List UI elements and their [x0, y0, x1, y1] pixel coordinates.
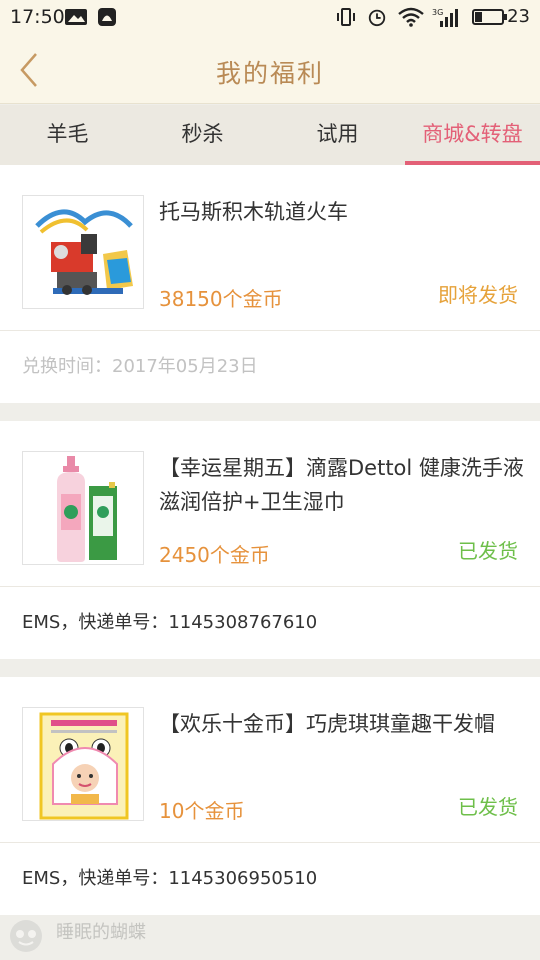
handwash-product-image — [23, 452, 143, 564]
status-bar: 17:50 3G 23 — [0, 0, 540, 36]
battery-icon — [472, 9, 507, 25]
product-image — [22, 451, 144, 565]
reward-main-row: 【欢乐十金币】巧虎琪琪童趣干发帽 10个金币 已发货 — [0, 677, 540, 843]
tab-mall-wheel[interactable]: 商城&转盘 — [405, 105, 540, 165]
train-toy-image — [23, 196, 143, 308]
product-name: 【欢乐十金币】巧虎琪琪童趣干发帽 — [159, 712, 495, 736]
status-time: 17:50 — [10, 6, 65, 28]
product-name: 托马斯积木轨道火车 — [159, 200, 348, 224]
app-header: 我的福利 — [0, 36, 540, 104]
battery-level: 23 — [507, 6, 530, 27]
coin-price: 38150个金币 — [159, 287, 283, 311]
vibrate-icon — [337, 8, 355, 26]
reward-card[interactable]: 【幸运星期五】滴露Dettol 健康洗手液 滋润倍护+卫生湿巾 2450个金币 … — [0, 421, 540, 659]
hair-cap-product-image — [23, 708, 143, 820]
product-name: 【幸运星期五】滴露Dettol 健康洗手液 滋润倍护+卫生湿巾 — [159, 456, 524, 514]
coin-price: 2450个金币 — [159, 543, 270, 567]
reward-main-row: 【幸运星期五】滴露Dettol 健康洗手液 滋润倍护+卫生湿巾 2450个金币 … — [0, 421, 540, 587]
watermark-text: 睡眠的蝴蝶 — [56, 922, 146, 943]
shipping-status: 已发货 — [458, 539, 518, 563]
page-title: 我的福利 — [215, 59, 324, 88]
exchange-time: 兑换时间：2017年05月23日 — [22, 356, 258, 377]
alarm-icon — [368, 9, 386, 27]
tab-wool[interactable]: 羊毛 — [0, 105, 135, 165]
wifi-icon — [398, 7, 424, 27]
tracking-number: EMS，快递单号：1145308767610 — [22, 612, 318, 633]
coin-price: 10个金币 — [159, 799, 245, 823]
shipping-status: 已发货 — [458, 795, 518, 819]
tab-flash-sale[interactable]: 秒杀 — [135, 105, 270, 165]
reward-main-row: 托马斯积木轨道火车 38150个金币 即将发货 — [0, 165, 540, 331]
svg-text:3G: 3G — [432, 8, 443, 17]
product-image — [22, 707, 144, 821]
tab-trial[interactable]: 试用 — [270, 105, 405, 165]
cell-signal-icon: 3G — [432, 8, 458, 27]
watermark: 睡眠的蝴蝶 — [8, 918, 178, 954]
app-notification-icon — [98, 8, 116, 26]
reward-card[interactable]: 托马斯积木轨道火车 38150个金币 即将发货 兑换时间：2017年05月23日 — [0, 165, 540, 403]
watermark-logo-icon — [10, 920, 42, 952]
product-image — [22, 195, 144, 309]
reward-card[interactable]: 【欢乐十金币】巧虎琪琪童趣干发帽 10个金币 已发货 EMS，快递单号：1145… — [0, 677, 540, 915]
tracking-number: EMS，快递单号：1145306950510 — [22, 868, 318, 889]
shipping-status: 即将发货 — [438, 283, 518, 307]
tab-bar: 羊毛 秒杀 试用 商城&转盘 — [0, 105, 540, 165]
image-notification-icon — [65, 9, 87, 25]
